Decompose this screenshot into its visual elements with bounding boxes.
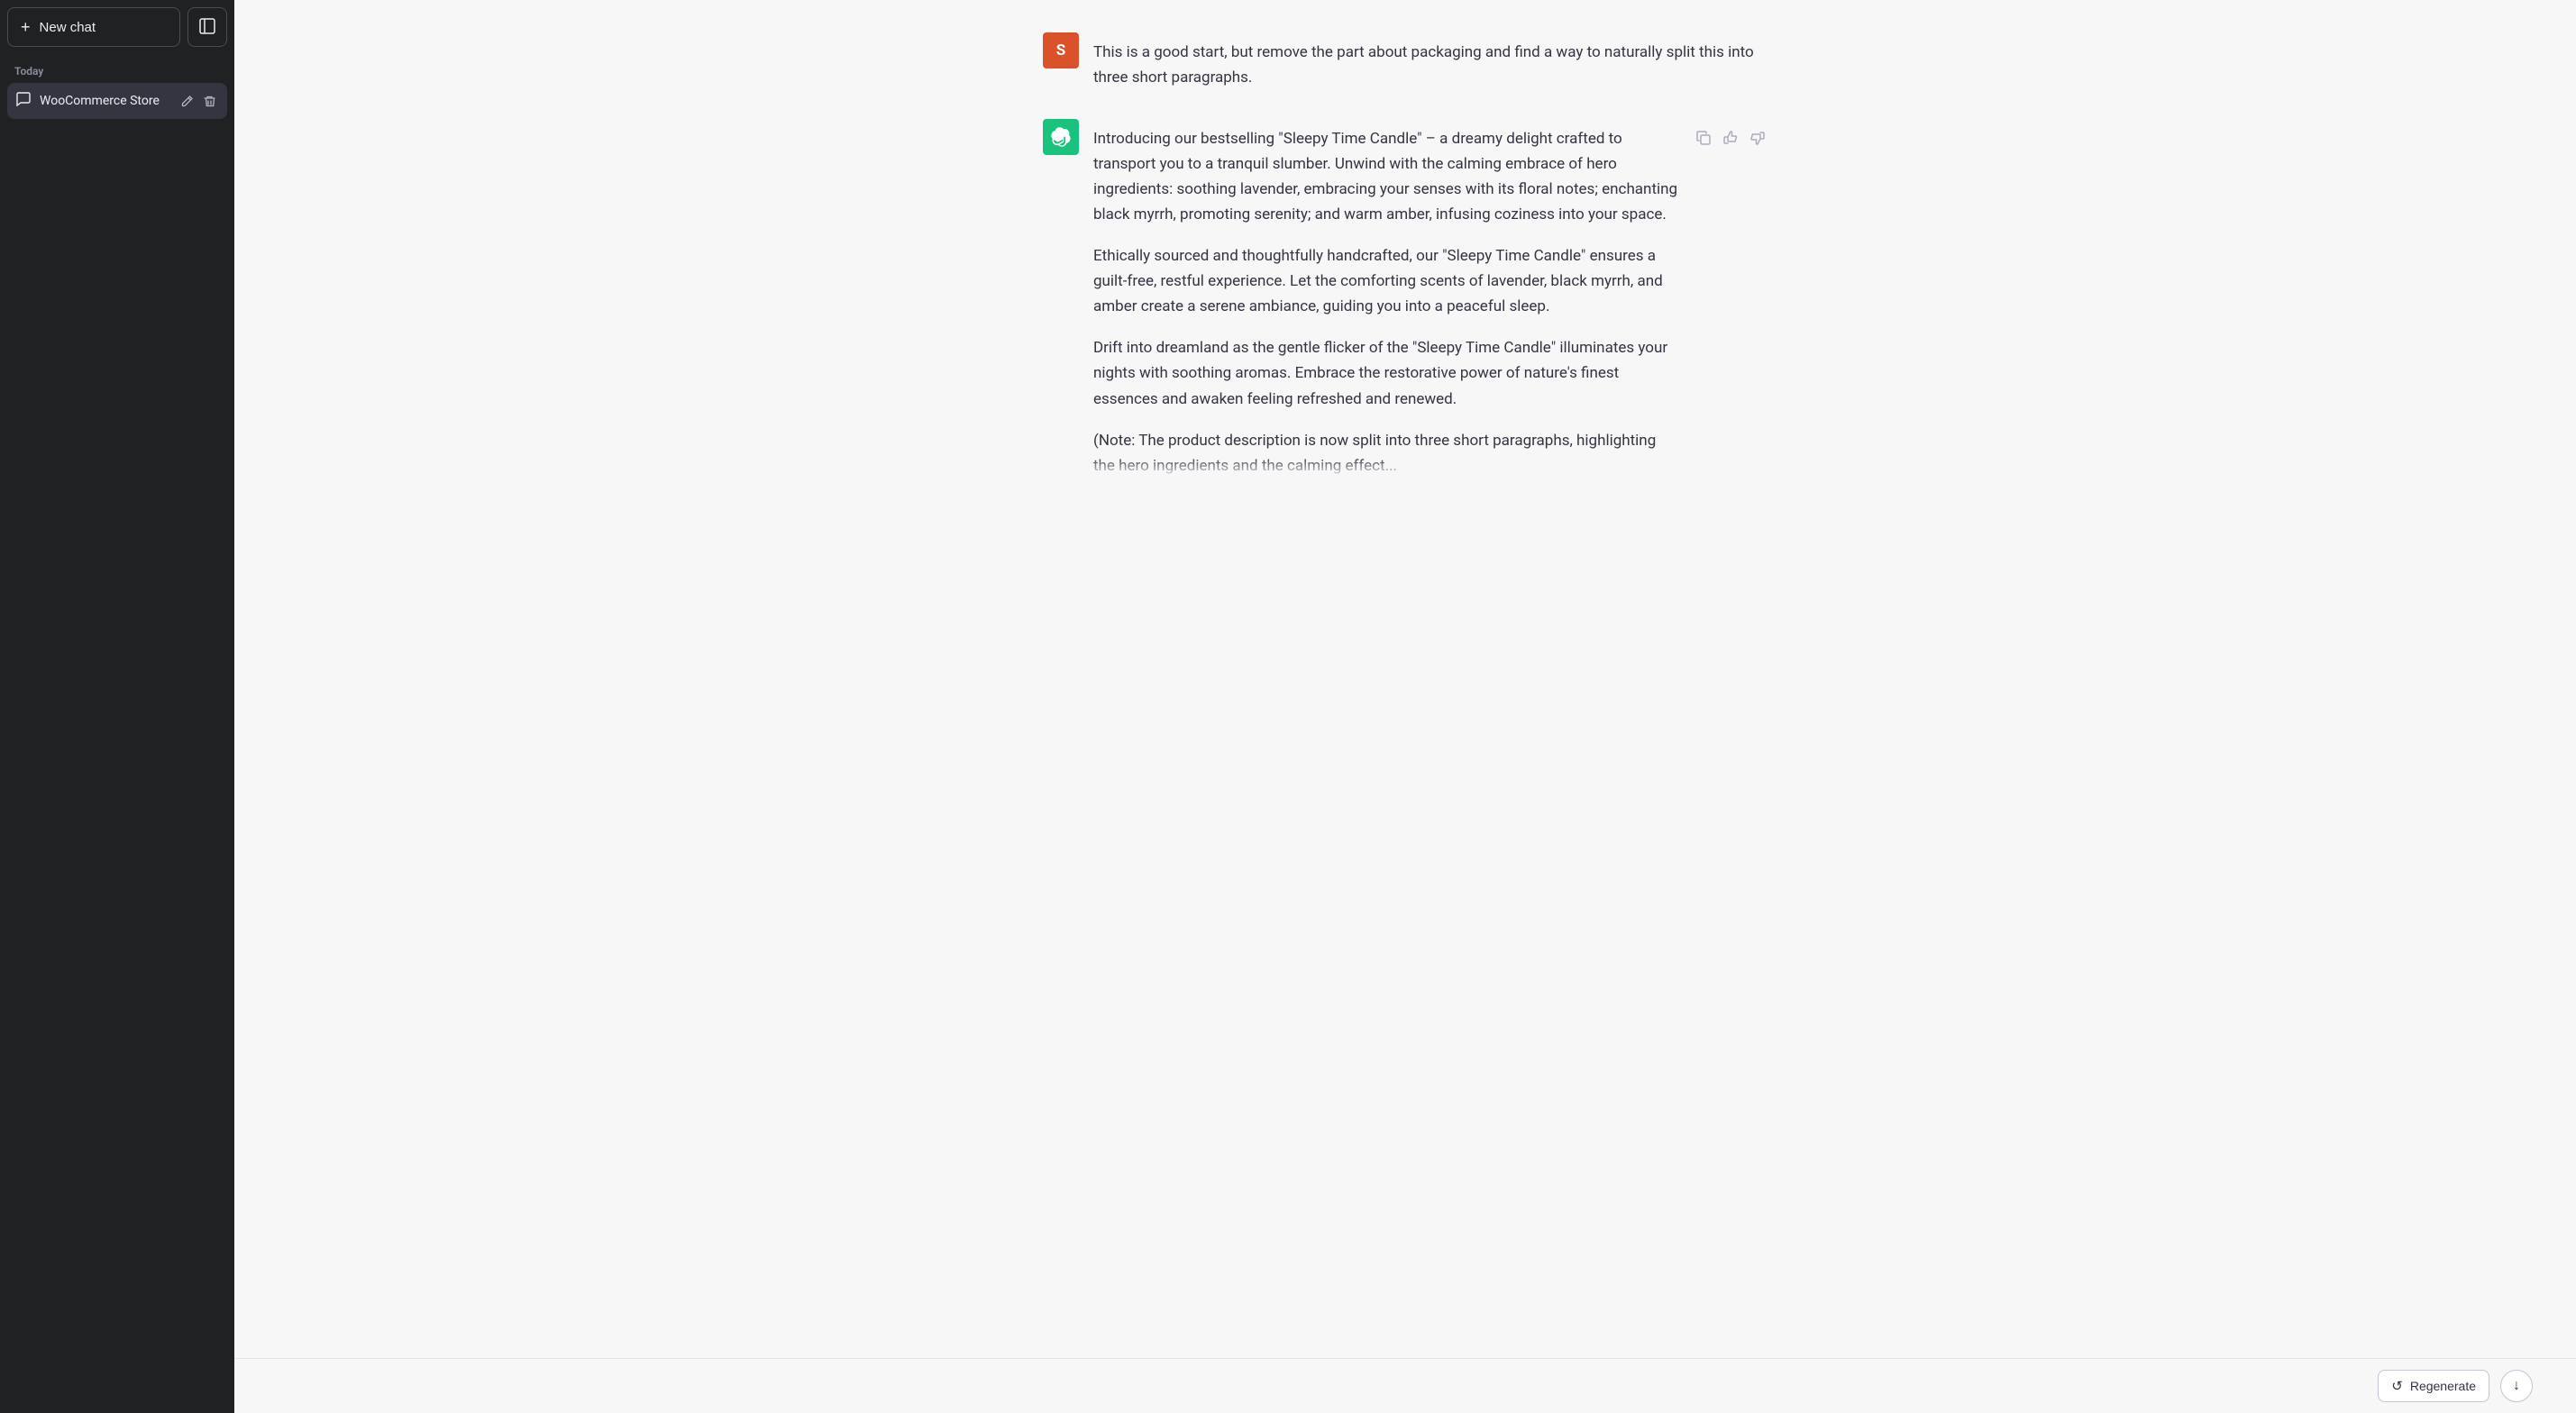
chat-item-actions <box>178 93 218 110</box>
user-message-text: This is a good start, but remove the par… <box>1093 40 1768 90</box>
copy-message-button[interactable] <box>1694 128 1713 148</box>
sidebar-top-buttons: + New chat <box>7 7 227 47</box>
today-label: Today <box>7 61 227 83</box>
scroll-down-button[interactable]: ↓ <box>2500 1370 2533 1402</box>
plus-icon: + <box>21 18 31 37</box>
regenerate-icon: ↺ <box>2391 1378 2403 1394</box>
sidebar-toggle-button[interactable] <box>187 7 227 47</box>
assistant-message-row: Introducing our bestselling "Sleepy Time… <box>1000 105 1811 493</box>
thumbs-down-button[interactable] <box>1748 128 1768 148</box>
assistant-avatar <box>1043 119 1079 155</box>
regenerate-label: Regenerate <box>2410 1379 2476 1393</box>
scroll-down-icon: ↓ <box>2513 1378 2520 1394</box>
main-content: S This is a good start, but remove the p… <box>234 0 2576 1413</box>
new-chat-label: New chat <box>40 20 96 35</box>
user-message-content: This is a good start, but remove the par… <box>1093 32 1768 90</box>
chat-icon <box>16 92 31 110</box>
assistant-message-actions <box>1694 119 1768 479</box>
assistant-para-1: Introducing our bestselling "Sleepy Time… <box>1093 126 1679 227</box>
sidebar: + New chat Today WooCommerce Store <box>0 0 234 1413</box>
regenerate-button[interactable]: ↺ Regenerate <box>2378 1370 2489 1402</box>
assistant-para-3: Drift into dreamland as the gentle flick… <box>1093 335 1679 411</box>
toggle-icon <box>199 18 215 37</box>
edit-chat-button[interactable] <box>178 93 196 110</box>
chat-container: S This is a good start, but remove the p… <box>234 0 2576 1358</box>
user-avatar: S <box>1043 32 1079 68</box>
delete-chat-button[interactable] <box>201 93 218 110</box>
sidebar-item-woocommerce[interactable]: WooCommerce Store <box>7 83 227 119</box>
new-chat-button[interactable]: + New chat <box>7 7 180 47</box>
thumbs-up-button[interactable] <box>1721 128 1740 148</box>
assistant-para-2: Ethically sourced and thoughtfully handc… <box>1093 243 1679 319</box>
chat-item-label: WooCommerce Store <box>40 94 169 108</box>
assistant-para-4: (Note: The product description is now sp… <box>1093 428 1679 479</box>
bottom-bar: ↺ Regenerate ↓ <box>234 1358 2576 1413</box>
assistant-message-content: Introducing our bestselling "Sleepy Time… <box>1093 119 1679 479</box>
user-message-row: S This is a good start, but remove the p… <box>1000 18 1811 105</box>
